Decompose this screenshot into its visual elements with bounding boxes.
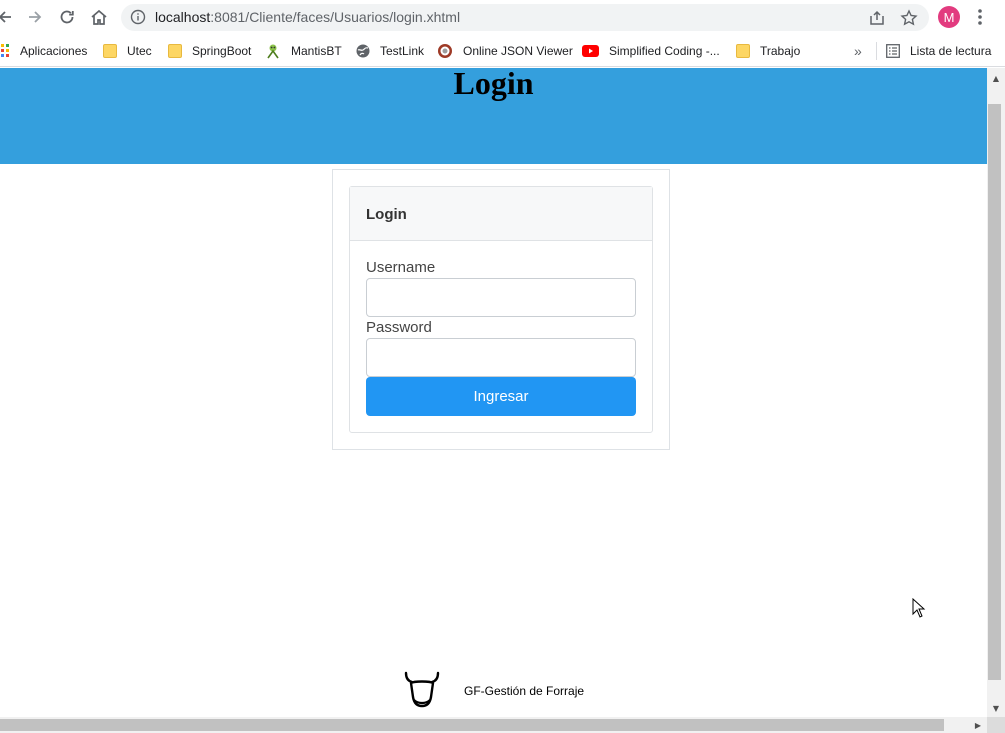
bookmark-label: Trabajo xyxy=(760,44,801,58)
bookmarks-overflow-button[interactable]: » xyxy=(854,41,862,61)
bookmark-testlink[interactable]: TestLink xyxy=(356,41,424,61)
page-header: Login xyxy=(0,68,987,164)
scroll-down-icon[interactable]: ▼ xyxy=(987,700,1005,716)
share-icon[interactable] xyxy=(868,9,886,27)
star-icon[interactable] xyxy=(900,9,918,27)
horizontal-scrollbar[interactable]: ▶ xyxy=(0,717,987,733)
bookmark-trabajo[interactable]: Trabajo xyxy=(736,41,800,61)
scrollbar-corner xyxy=(987,717,1005,733)
footer-brand-text: GF-Gestión de Forraje xyxy=(464,684,585,698)
bookmark-label: Aplicaciones xyxy=(20,44,88,58)
back-button[interactable] xyxy=(0,6,16,28)
folder-icon xyxy=(168,44,182,58)
globe-icon xyxy=(356,44,370,58)
bookmarks-separator xyxy=(876,42,877,60)
bookmark-label: Simplified Coding -... xyxy=(609,44,720,58)
bookmark-label: TestLink xyxy=(380,44,425,58)
reading-list-label: Lista de lectura xyxy=(910,44,992,58)
bookmark-label: MantisBT xyxy=(291,44,342,58)
forward-button[interactable] xyxy=(24,6,46,28)
bookmark-aplicaciones[interactable]: Aplicaciones xyxy=(0,41,87,61)
arrow-left-icon xyxy=(0,11,11,23)
browser-toolbar: localhost:8081/Cliente/faces/Usuarios/lo… xyxy=(0,0,1005,35)
home-button[interactable] xyxy=(88,6,110,28)
bookmark-springboot[interactable]: SpringBoot xyxy=(168,41,251,61)
url-text[interactable]: localhost:8081/Cliente/faces/Usuarios/lo… xyxy=(155,9,460,25)
bookmark-online-json-viewer[interactable]: Online JSON Viewer xyxy=(437,41,573,61)
username-input[interactable] xyxy=(366,278,636,317)
card-header: Login xyxy=(350,187,652,241)
profile-avatar[interactable]: M xyxy=(938,6,960,28)
horizontal-scroll-thumb[interactable] xyxy=(0,719,944,731)
username-label: Username xyxy=(366,259,436,276)
arrow-right-icon xyxy=(29,11,42,23)
reload-icon xyxy=(60,10,74,24)
bookmark-label: Online JSON Viewer xyxy=(463,44,573,58)
bookmarks-bar: Aplicaciones Utec SpringBoot MantisBT Te… xyxy=(0,35,1005,67)
password-label: Password xyxy=(366,319,432,336)
bookmark-simplified-coding[interactable]: Simplified Coding -... xyxy=(582,41,720,61)
folder-icon xyxy=(103,44,117,58)
vertical-scroll-thumb[interactable] xyxy=(988,104,1001,680)
home-icon xyxy=(91,9,107,25)
bookmark-utec[interactable]: Utec xyxy=(103,41,152,61)
page-viewport: Login Login Username Password Ingresar G… xyxy=(0,68,987,718)
mantis-icon xyxy=(267,44,279,59)
url-path: :8081/Cliente/faces/Usuarios/login.xhtml xyxy=(210,9,461,25)
cow-head-icon xyxy=(404,671,440,708)
scroll-up-icon[interactable]: ▲ xyxy=(987,70,1005,86)
youtube-icon xyxy=(582,45,599,57)
page-footer: GF-Gestión de Forraje xyxy=(403,671,584,711)
password-input[interactable] xyxy=(366,338,636,377)
page-title: Login xyxy=(453,68,534,101)
vertical-scrollbar[interactable]: ▲ ▼ xyxy=(987,68,1005,718)
bookmark-label: SpringBoot xyxy=(192,44,252,58)
address-bar[interactable]: localhost:8081/Cliente/faces/Usuarios/lo… xyxy=(121,4,929,31)
json-viewer-icon xyxy=(438,44,452,58)
url-host: localhost xyxy=(155,9,211,25)
apps-grid-icon xyxy=(1,44,9,57)
reading-list-icon xyxy=(886,44,900,58)
folder-icon xyxy=(736,44,750,58)
bookmark-mantisbt[interactable]: MantisBT xyxy=(265,41,342,61)
ingresar-button[interactable]: Ingresar xyxy=(366,377,636,416)
info-icon[interactable] xyxy=(130,9,146,25)
login-card: Login Username Password Ingresar xyxy=(349,186,653,433)
reload-button[interactable] xyxy=(56,6,78,28)
login-panel: Login Username Password Ingresar xyxy=(332,169,670,450)
kebab-menu-icon[interactable] xyxy=(973,6,987,28)
bookmark-label: Utec xyxy=(127,44,152,58)
reading-list-button[interactable]: Lista de lectura xyxy=(886,41,991,61)
mouse-cursor-icon xyxy=(912,598,926,618)
scroll-right-icon[interactable]: ▶ xyxy=(970,717,986,733)
